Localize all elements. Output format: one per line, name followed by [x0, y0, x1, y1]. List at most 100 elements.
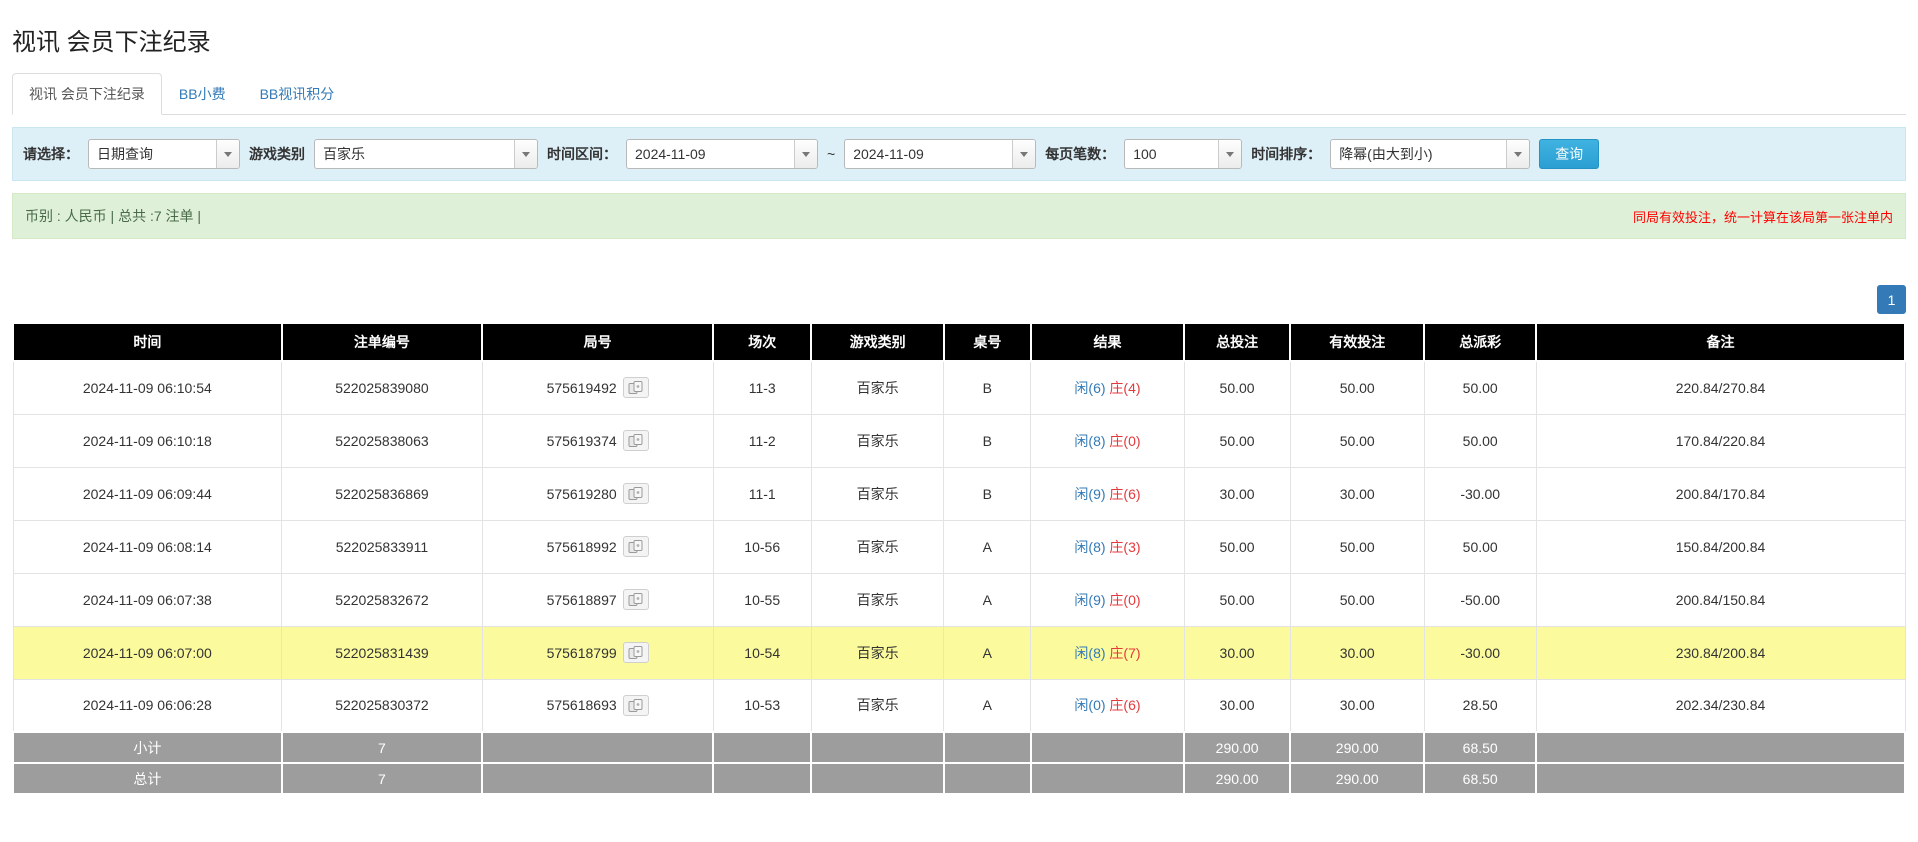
search-button[interactable]: 查询: [1539, 139, 1599, 169]
round-id: 575618897: [547, 592, 617, 608]
game-result-icon[interactable]: [623, 695, 649, 716]
date-range-label: 时间区间：: [547, 144, 617, 164]
session-no: 11-1: [713, 467, 811, 520]
game-result-icon[interactable]: [623, 430, 649, 451]
game-type: 百家乐: [811, 679, 943, 732]
game-type: 百家乐: [811, 414, 943, 467]
date-from-input[interactable]: [627, 140, 794, 168]
chevron-down-icon[interactable]: [1506, 140, 1529, 168]
subtotal-row: 小计 7 290.00 290.00 68.50: [13, 732, 1905, 763]
table-row: 2024-11-09 06:09:44 522025836869 5756192…: [13, 467, 1905, 520]
table-header: 时间 注单编号 局号 场次 游戏类别 桌号 结果 总投注 有效投注 总派彩 备注: [13, 323, 1905, 361]
bet-id: 522025838063: [282, 414, 483, 467]
col-table-no: 桌号: [944, 323, 1031, 361]
balance-note: 202.34/230.84: [1536, 679, 1905, 732]
chevron-down-icon[interactable]: [1012, 140, 1035, 168]
round-cell: 575619280: [482, 467, 713, 520]
col-bet-id: 注单编号: [282, 323, 483, 361]
round-id: 575618693: [547, 697, 617, 713]
date-to-select[interactable]: [844, 139, 1036, 169]
total-bet-link[interactable]: 50.00: [1184, 520, 1290, 573]
subtotal-count: 7: [282, 732, 483, 763]
round-cell: 575619374: [482, 414, 713, 467]
col-note: 备注: [1536, 323, 1905, 361]
tab-bb-tips[interactable]: BB小费: [162, 73, 243, 115]
table-no: B: [944, 467, 1031, 520]
summary-bar: 币别 : 人民币 | 总共 :7 注单 | 同局有效投注，统一计算在该局第一张注…: [12, 193, 1906, 239]
payout-amount: 50.00: [1424, 414, 1536, 467]
game-result-icon[interactable]: [623, 483, 649, 504]
sort-order-input[interactable]: [1331, 140, 1506, 168]
total-payout: 68.50: [1424, 763, 1536, 794]
subtotal-total-bet: 290.00: [1184, 732, 1290, 763]
result-player: 闲(6): [1074, 380, 1105, 396]
valid-bet: 50.00: [1290, 520, 1424, 573]
bet-time: 2024-11-09 06:07:38: [13, 573, 282, 626]
table-row: 2024-11-09 06:10:18 522025838063 5756193…: [13, 414, 1905, 467]
bet-time: 2024-11-09 06:10:18: [13, 414, 282, 467]
valid-bet: 50.00: [1290, 414, 1424, 467]
sort-order-label: 时间排序：: [1251, 144, 1321, 164]
table-footer: 小计 7 290.00 290.00 68.50 总计 7 290.00 290…: [13, 732, 1905, 794]
col-result: 结果: [1031, 323, 1184, 361]
table-no: B: [944, 414, 1031, 467]
session-no: 11-3: [713, 361, 811, 414]
chevron-down-icon[interactable]: [1218, 140, 1241, 168]
valid-bet: 30.00: [1290, 467, 1424, 520]
bet-time: 2024-11-09 06:08:14: [13, 520, 282, 573]
table-row: 2024-11-09 06:07:38 522025832672 5756188…: [13, 573, 1905, 626]
table-body: 2024-11-09 06:10:54 522025839080 5756194…: [13, 361, 1905, 732]
bet-id: 522025839080: [282, 361, 483, 414]
valid-bet: 30.00: [1290, 626, 1424, 679]
col-payout: 总派彩: [1424, 323, 1536, 361]
total-bet-link[interactable]: 30.00: [1184, 679, 1290, 732]
game-type-select[interactable]: [314, 139, 538, 169]
query-type-label: 请选择：: [23, 144, 79, 164]
page-container: 视讯 会员下注纪录 视讯 会员下注纪录 BB小费 BB视讯积分 请选择： 游戏类…: [0, 22, 1918, 795]
total-bet-link[interactable]: 50.00: [1184, 414, 1290, 467]
col-time: 时间: [13, 323, 282, 361]
total-valid-bet: 290.00: [1290, 763, 1424, 794]
col-valid-bet: 有效投注: [1290, 323, 1424, 361]
chevron-down-icon[interactable]: [514, 140, 537, 168]
result-banker: 庄(3): [1109, 539, 1140, 555]
game-result-icon[interactable]: [623, 589, 649, 610]
result-banker: 庄(0): [1109, 592, 1140, 608]
page-size-input[interactable]: [1125, 140, 1218, 168]
page-size-select[interactable]: [1124, 139, 1242, 169]
total-row: 总计 7 290.00 290.00 68.50: [13, 763, 1905, 794]
date-from-select[interactable]: [626, 139, 818, 169]
game-type-input[interactable]: [315, 140, 514, 168]
tab-bb-points[interactable]: BB视讯积分: [243, 73, 352, 115]
balance-note: 220.84/270.84: [1536, 361, 1905, 414]
total-total-bet: 290.00: [1184, 763, 1290, 794]
game-result-icon[interactable]: [623, 642, 649, 663]
result-banker: 庄(4): [1109, 380, 1140, 396]
tab-betting-records[interactable]: 视讯 会员下注纪录: [12, 73, 162, 115]
total-count: 7: [282, 763, 483, 794]
sort-order-select[interactable]: [1330, 139, 1530, 169]
chevron-down-icon[interactable]: [794, 140, 817, 168]
game-result-icon[interactable]: [623, 536, 649, 557]
result-cell: 闲(8) 庄(7): [1031, 626, 1184, 679]
total-bet-link[interactable]: 30.00: [1184, 467, 1290, 520]
table-no: A: [944, 626, 1031, 679]
result-cell: 闲(6) 庄(4): [1031, 361, 1184, 414]
query-type-select[interactable]: [88, 139, 240, 169]
session-no: 10-54: [713, 626, 811, 679]
result-banker: 庄(6): [1109, 697, 1140, 713]
game-result-icon[interactable]: [623, 377, 649, 398]
bet-id: 522025836869: [282, 467, 483, 520]
round-cell: 575618799: [482, 626, 713, 679]
result-player: 闲(8): [1074, 539, 1105, 555]
total-bet-link[interactable]: 50.00: [1184, 361, 1290, 414]
query-type-input[interactable]: [89, 140, 216, 168]
total-bet-link[interactable]: 30.00: [1184, 626, 1290, 679]
session-no: 11-2: [713, 414, 811, 467]
date-to-input[interactable]: [845, 140, 1012, 168]
page-number-button[interactable]: 1: [1877, 285, 1906, 314]
chevron-down-icon[interactable]: [216, 140, 239, 168]
session-no: 10-56: [713, 520, 811, 573]
bet-time: 2024-11-09 06:10:54: [13, 361, 282, 414]
total-bet-link[interactable]: 50.00: [1184, 573, 1290, 626]
